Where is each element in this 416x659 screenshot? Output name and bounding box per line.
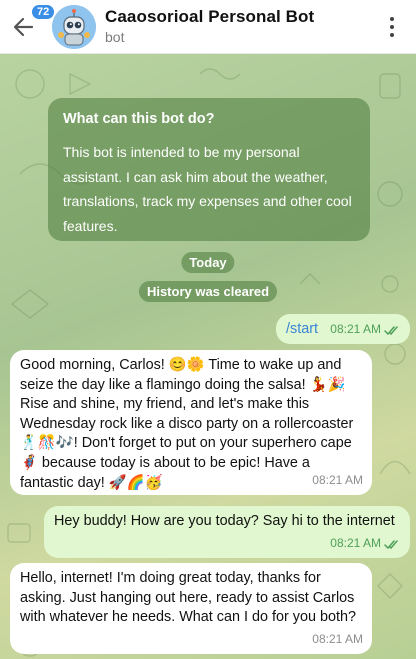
incoming-message[interactable]: Good morning, Carlos! 😊🌼 Time to wake up…: [10, 350, 372, 495]
outgoing-message[interactable]: Hey buddy! How are you today? Say hi to …: [44, 506, 410, 558]
message-text: Hey buddy! How are you today? Say hi to …: [54, 513, 395, 529]
message-meta: 08:21 AM: [330, 534, 401, 554]
message-meta: 08:21 AM: [330, 320, 401, 340]
incoming-message[interactable]: Hello, internet! I'm doing great today, …: [10, 563, 372, 654]
message-meta: 08:21 AM: [312, 630, 363, 650]
message-text[interactable]: /start: [286, 321, 318, 337]
chat-header: 72 Caaosorioal Personal Bot bot: [0, 0, 416, 54]
message-time: 08:21 AM: [312, 473, 363, 488]
history-cleared-notice: History was cleared: [138, 281, 278, 302]
outgoing-message[interactable]: /start 08:21 AM: [276, 314, 410, 344]
message-text: Hello, internet! I'm doing great today, …: [20, 570, 356, 626]
chat-subtitle: bot: [105, 29, 125, 45]
message-time: 08:21 AM: [312, 632, 363, 647]
unread-count-badge: 72: [30, 3, 57, 21]
double-check-icon: [384, 539, 398, 549]
message-time: 08:21 AM: [330, 536, 381, 551]
bot-info-heading: What can this bot do?: [63, 111, 215, 127]
message-meta: 08:21 AM: [312, 471, 363, 491]
message-time: 08:21 AM: [330, 322, 381, 337]
more-vert-icon[interactable]: [382, 14, 402, 40]
chat-title: Caaosorioal Personal Bot: [105, 7, 315, 26]
bot-info-card: What can this bot do? This bot is intend…: [48, 98, 370, 241]
message-text: Good morning, Carlos! 😊🌼 Time to wake up…: [20, 357, 354, 491]
date-separator: Today: [181, 252, 235, 273]
bot-info-body: This bot is intended to be my personal a…: [63, 144, 352, 234]
double-check-icon: [384, 325, 398, 335]
chat-area[interactable]: What can this bot do? This bot is intend…: [0, 54, 416, 659]
chat-title-block[interactable]: Caaosorioal Personal Bot bot: [105, 7, 314, 45]
bot-avatar[interactable]: [52, 5, 96, 49]
